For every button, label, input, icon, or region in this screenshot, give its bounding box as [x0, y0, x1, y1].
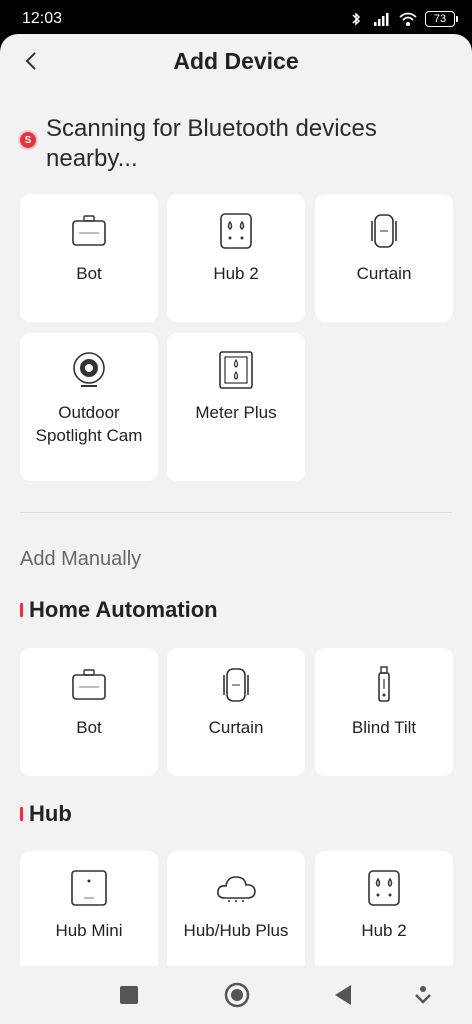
back-nav-button[interactable] [330, 982, 356, 1008]
section-title-text: Hub [29, 801, 72, 826]
device-card-bot-manual[interactable]: Bot [20, 648, 158, 776]
back-button[interactable] [14, 44, 48, 78]
scan-badge-icon: S [20, 132, 36, 148]
bluetooth-icon [352, 12, 361, 26]
battery-level: 73 [433, 12, 447, 25]
section-title-hub: Hub [20, 801, 72, 827]
device-label: Outdoor Spotlight Cam [35, 403, 143, 445]
device-card-curtain[interactable]: Curtain [315, 194, 453, 322]
device-card-hub-mini[interactable]: Hub Mini [20, 851, 158, 966]
scan-status: S Scanning for Bluetooth devices nearby.… [20, 114, 450, 174]
device-card-blind-tilt[interactable]: Blind Tilt [315, 648, 453, 776]
chevron-left-icon [25, 52, 36, 70]
device-card-meter-plus[interactable]: Meter Plus [167, 333, 305, 481]
status-icons: 73 [347, 11, 458, 27]
system-nav-bar [0, 966, 472, 1024]
device-card-bot[interactable]: Bot [20, 194, 158, 322]
arrow-down-icon [415, 986, 431, 1004]
device-label: Meter Plus [195, 403, 277, 422]
device-label: Blind Tilt [351, 718, 417, 737]
page-title: Add Device [173, 47, 299, 74]
device-label: Bot [76, 264, 102, 283]
section-title-home-automation: Home Automation [20, 597, 218, 623]
status-bar: 12:03 73 [0, 0, 472, 38]
wifi-icon [399, 12, 417, 26]
device-label: Curtain [208, 718, 264, 737]
curtain-icon [371, 214, 397, 248]
status-time: 12:03 [22, 10, 63, 27]
triangle-back-icon [335, 985, 351, 1005]
app-screen: Add Device S Scanning for Bluetooth devi… [0, 34, 472, 966]
home-circle-icon [224, 982, 250, 1008]
camera-icon [73, 352, 105, 387]
device-label: Bot [76, 718, 102, 737]
hub-mini-icon [71, 870, 107, 906]
header: Add Device [0, 34, 472, 88]
cloud-icon [217, 876, 256, 902]
device-label: Hub 2 [361, 921, 407, 940]
home-button[interactable] [224, 982, 250, 1008]
bot-icon [72, 669, 106, 700]
curtain-icon [223, 668, 249, 702]
signal-icon [374, 13, 389, 26]
device-label: Hub/Hub Plus [183, 921, 289, 940]
battery-icon: 73 [425, 11, 458, 27]
device-label: Hub Mini [55, 921, 123, 940]
square-icon [120, 986, 138, 1004]
device-card-curtain-manual[interactable]: Curtain [167, 648, 305, 776]
device-card-outdoor-spotlight-cam[interactable]: Outdoor Spotlight Cam [20, 333, 158, 481]
blind-tilt-icon [378, 666, 390, 702]
device-label: Curtain [356, 264, 412, 283]
meter-icon [219, 351, 253, 389]
device-card-hub-hub-plus[interactable]: Hub/Hub Plus [167, 851, 305, 966]
section-title-text: Home Automation [29, 597, 218, 622]
device-card-hub-2-manual[interactable]: Hub 2 [315, 851, 453, 966]
scan-status-text: Scanning for Bluetooth devices nearby... [46, 115, 377, 172]
recents-button[interactable] [116, 982, 142, 1008]
section-divider [20, 512, 452, 513]
device-card-hub-2[interactable]: Hub 2 [167, 194, 305, 322]
device-label: Hub 2 [213, 264, 259, 283]
hub2-icon [368, 870, 400, 906]
hub2-icon [220, 213, 252, 249]
hide-nav-button[interactable] [410, 982, 436, 1008]
bot-icon [72, 215, 106, 246]
add-manually-heading: Add Manually [20, 548, 142, 570]
